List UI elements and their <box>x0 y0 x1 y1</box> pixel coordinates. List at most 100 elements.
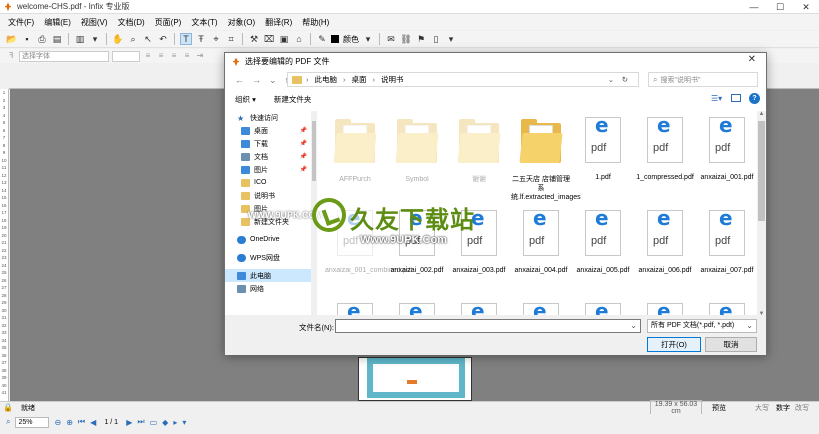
filetype-select[interactable]: 所有 PDF 文档(*.pdf, *.pdt) ⌄ <box>647 319 757 333</box>
nav-item[interactable]: 桌面 📌 <box>225 124 311 137</box>
nav-item[interactable]: 图片 <box>225 202 311 215</box>
open-button[interactable]: 打开(O) <box>647 337 701 352</box>
pdf-file-item[interactable]: e pdf anxaizai_006.pdf <box>635 206 695 275</box>
folder-item[interactable]: AFFPurch <box>325 113 385 184</box>
page-setup-icon[interactable]: ▥ <box>74 33 86 45</box>
pdf-file-item[interactable]: e pdf anxaizai_004.pdf <box>511 206 571 275</box>
menu-page[interactable]: 页面(P) <box>155 17 182 28</box>
text-flow-icon[interactable]: Ŧ <box>195 33 207 45</box>
pdf-file-item[interactable]: e pdf anxaizai_001.pdf <box>697 113 757 182</box>
menu-edit[interactable]: 编辑(E) <box>44 17 71 28</box>
pdf-file-item[interactable]: e pdf anxaizai_003.pdf <box>449 206 509 275</box>
folder-item[interactable]: 二五天店 店铺管理系统.lf.extracted_images <box>511 113 581 202</box>
nav-item[interactable]: ICO <box>225 176 311 189</box>
hand-tool-icon[interactable]: ✋ <box>112 33 124 45</box>
print-icon[interactable]: ⎙ <box>36 33 48 45</box>
pdf-file-item[interactable]: e pdf anxaizai_007.pdf <box>697 206 757 275</box>
annotation-icon[interactable]: ✉ <box>385 33 397 45</box>
next-page-icon[interactable]: ▶ <box>126 418 132 427</box>
minimize-button[interactable]: — <box>741 0 767 14</box>
cancel-button[interactable]: 取消 <box>705 337 757 352</box>
refresh-icon[interactable]: ↻ <box>622 75 628 84</box>
nav-pane-scrollbar[interactable] <box>311 111 317 315</box>
text-tool-icon[interactable]: T <box>180 33 192 45</box>
breadcrumb-this-pc[interactable]: 此电脑 <box>315 74 338 85</box>
menu-file[interactable]: 文件(F) <box>8 17 34 28</box>
select-arrow-icon[interactable]: ↖ <box>142 33 154 45</box>
close-button[interactable]: ✕ <box>793 0 819 14</box>
help-icon[interactable]: ? <box>749 93 760 104</box>
align-center-icon[interactable]: ≡ <box>156 51 166 61</box>
document-page[interactable] <box>358 357 472 401</box>
zoom-select[interactable]: 25% <box>15 416 50 428</box>
pdf-file-item[interactable]: e pdf 1_compressed.pdf <box>635 113 695 182</box>
justify-icon[interactable]: ≡ <box>182 51 192 61</box>
nav-item[interactable]: 新建文件夹 <box>225 215 311 228</box>
menu-object[interactable]: 对象(O) <box>228 17 256 28</box>
preview-pane-icon[interactable] <box>731 94 741 102</box>
zoom-tool-icon[interactable]: ⌕ <box>127 33 139 45</box>
pdf-file-item[interactable]: e pdf anxaizai_005.pdf <box>573 206 633 275</box>
search-input[interactable]: ⌕ 搜索"说明书" <box>648 72 758 87</box>
bookmark-icon[interactable]: ⚑ <box>415 33 427 45</box>
address-bar[interactable]: › 此电脑 › 桌面 › 说明书 ⌄ ↻ <box>287 72 639 87</box>
zoom-out-icon[interactable]: ⊖ <box>54 418 61 427</box>
font-size-select[interactable] <box>112 50 140 62</box>
recent-dropdown-icon[interactable]: ⌄ <box>269 75 277 86</box>
nav-item[interactable]: 下载 📌 <box>225 137 311 150</box>
scroll-thumb[interactable] <box>758 121 765 221</box>
address-dropdown-icon[interactable]: ⌄ <box>608 75 614 84</box>
file-list-scrollbar[interactable]: ▲ ▼ <box>757 111 766 317</box>
pdf-icon[interactable]: ▯ <box>430 33 442 45</box>
color-label[interactable]: 颜色 <box>343 34 359 45</box>
forward-icon[interactable]: ▸ <box>173 418 177 427</box>
pdf-file-item[interactable]: e pdf 1.pdf <box>573 113 633 182</box>
image-icon[interactable]: ▣ <box>278 33 290 45</box>
nav-item[interactable]: 文档 📌 <box>225 150 311 163</box>
menu-help[interactable]: 帮助(H) <box>302 17 329 28</box>
forward-arrow-icon[interactable]: → <box>252 75 261 86</box>
nav-item[interactable]: OneDrive <box>225 233 311 246</box>
page-indicator[interactable]: 1 / 1 <box>101 419 121 426</box>
menu-view[interactable]: 视图(V) <box>81 17 108 28</box>
open-icon[interactable]: 📂 <box>6 33 18 45</box>
nav-item[interactable]: 说明书 <box>225 189 311 202</box>
pdf-file-item[interactable]: e pdf anxaizai_001_combined.pdf <box>325 206 412 275</box>
shape-icon[interactable]: ⌂ <box>293 33 305 45</box>
layout-dropdown-icon[interactable]: ▾ <box>89 33 101 45</box>
align-left-icon[interactable]: ≡ <box>143 51 153 61</box>
folder-item[interactable]: Symbol <box>387 113 447 184</box>
filename-dropdown-icon[interactable]: ⌄ <box>630 321 637 330</box>
new-folder-button[interactable]: 新建文件夹 <box>274 94 312 105</box>
filetype-dropdown-icon[interactable]: ⌄ <box>746 320 753 332</box>
color-dropdown-icon[interactable]: ▾ <box>362 33 374 45</box>
font-select[interactable]: 选择字体 <box>19 50 109 62</box>
more-dropdown-icon[interactable]: ▾ <box>445 33 457 45</box>
maximize-button[interactable]: ☐ <box>767 0 793 14</box>
menu-document[interactable]: 文档(D) <box>118 17 145 28</box>
link-icon[interactable]: ⛓ <box>400 33 412 45</box>
view-options-icon[interactable]: ☰▾ <box>711 94 722 103</box>
save-icon[interactable]: ▪ <box>21 33 33 45</box>
align-right-icon[interactable]: ≡ <box>169 51 179 61</box>
menu-translate[interactable]: 翻译(R) <box>265 17 292 28</box>
indent-icon[interactable]: ⇥ <box>195 51 205 61</box>
eyedropper-icon[interactable]: ✎ <box>316 33 328 45</box>
color-swatch[interactable] <box>331 35 339 43</box>
nav-item[interactable]: 网络 <box>225 282 311 295</box>
breadcrumb-manuals[interactable]: 说明书 <box>381 74 404 85</box>
print-preview-icon[interactable]: ▤ <box>51 33 63 45</box>
dialog-close-button[interactable]: ✕ <box>748 54 756 65</box>
nav-item[interactable]: 此电脑 <box>225 269 311 282</box>
scroll-up-icon[interactable]: ▲ <box>757 111 766 117</box>
page-view-icon[interactable]: ▭ <box>150 418 158 427</box>
organize-button[interactable]: 组织 ▾ <box>235 94 256 105</box>
nav-item[interactable]: WPS网盘 <box>225 251 311 264</box>
nav-dropdown-icon[interactable]: ▾ <box>182 418 186 427</box>
text-search-icon[interactable]: ⌖ <box>210 33 222 45</box>
back-arrow-icon[interactable]: ← <box>235 75 244 86</box>
filename-input[interactable]: ⌄ <box>335 319 641 333</box>
nav-item[interactable]: 图片 📌 <box>225 163 311 176</box>
last-page-icon[interactable]: ⏭ <box>137 417 144 427</box>
prev-page-icon[interactable]: ◀ <box>90 418 96 427</box>
